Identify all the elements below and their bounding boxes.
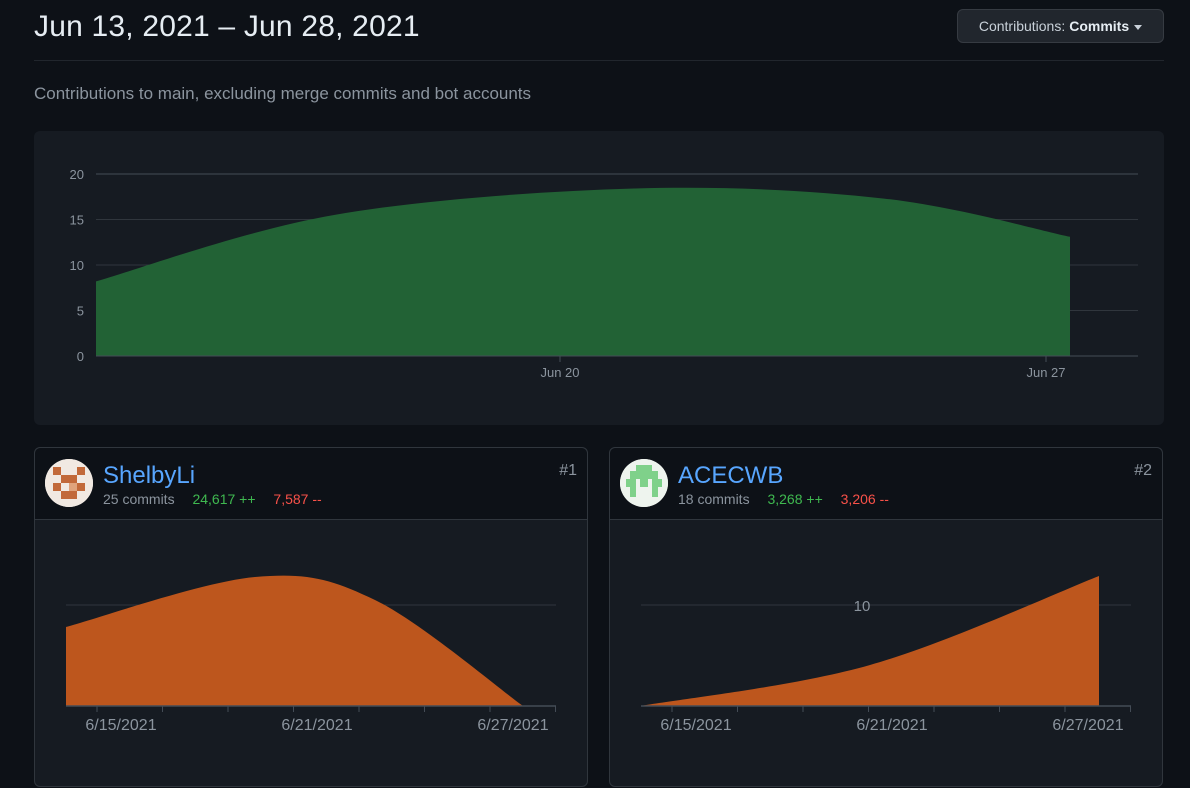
contributor-card-header: ACECWB 18 commits 3,268 ++ 3,206 -- #2	[610, 448, 1162, 520]
x-tick-label: 6/15/2021	[660, 717, 731, 734]
avatar-image	[45, 459, 93, 507]
x-tick-label: 6/27/2021	[477, 717, 548, 734]
contributor-stats: 18 commits 3,268 ++ 3,206 --	[678, 491, 889, 507]
contributor-2-area	[641, 576, 1099, 706]
avatar-image	[620, 459, 668, 507]
main-chart-x-tick-label: Jun 27	[1026, 365, 1065, 380]
main-commits-chart: 0 5 10 15 20 Jun 20 Jun 27	[34, 131, 1164, 425]
main-chart-y-tick-label: 15	[70, 213, 84, 228]
deletions-count: 7,587 --	[273, 491, 322, 507]
contributor-card-header: ShelbyLi 25 commits 24,617 ++ 7,587 -- #…	[35, 448, 587, 520]
contributor-username-link[interactable]: ShelbyLi	[103, 462, 195, 490]
main-chart-x-tick-label: Jun 20	[540, 365, 579, 380]
y-tick-label: 10	[854, 598, 871, 615]
main-chart-area	[96, 187, 1070, 356]
contributor-rank: #2	[1134, 462, 1152, 479]
deletions-count: 3,206 --	[840, 491, 889, 507]
main-chart-y-tick-label: 5	[77, 304, 84, 319]
date-range-title: Jun 13, 2021 – Jun 28, 2021	[34, 10, 420, 43]
additions-count: 3,268 ++	[767, 491, 823, 507]
contributor-card-1: ShelbyLi 25 commits 24,617 ++ 7,587 -- #…	[34, 447, 588, 787]
contributor-card-2: ACECWB 18 commits 3,268 ++ 3,206 -- #2 1…	[609, 447, 1163, 787]
main-chart-y-tick-label: 0	[77, 349, 84, 364]
x-tick-label: 6/21/2021	[281, 717, 352, 734]
avatar[interactable]	[620, 459, 668, 507]
additions-count: 24,617 ++	[192, 491, 256, 507]
main-chart-y-tick-label: 20	[70, 167, 84, 182]
x-tick-label: 6/21/2021	[856, 717, 927, 734]
avatar[interactable]	[45, 459, 93, 507]
contributor-chart-1: 6/15/2021 6/21/2021 6/27/2021	[66, 575, 556, 734]
contributor-stats: 25 commits 24,617 ++ 7,587 --	[103, 491, 322, 507]
page-header: Jun 13, 2021 – Jun 28, 2021 Contribution…	[34, 0, 1164, 61]
x-tick-label: 6/15/2021	[85, 717, 156, 734]
contributions-dropdown-label: Contributions:	[978, 18, 1066, 34]
contributor-1-area	[66, 575, 523, 706]
main-chart-y-tick-label: 10	[70, 258, 84, 273]
x-tick-label: 6/27/2021	[1052, 717, 1123, 734]
contributor-chart-2: 10 6/15/2021 6/21/2021 6/27/2021	[641, 576, 1131, 734]
main-chart-svg: 0 5 10 15 20 Jun 20 Jun 27	[70, 167, 1138, 380]
caret-down-icon	[1134, 24, 1143, 30]
commit-count-link[interactable]: 25 commits	[103, 491, 175, 507]
commit-count-link[interactable]: 18 commits	[678, 491, 750, 507]
contributions-subtitle: Contributions to main, excluding merge c…	[34, 84, 532, 103]
contributions-dropdown-value: Commits	[1069, 18, 1130, 34]
contributor-username-link[interactable]: ACECWB	[678, 462, 783, 490]
contributor-rank: #1	[559, 462, 577, 479]
contributions-dropdown-button[interactable]: Contributions: Commits	[957, 9, 1164, 43]
